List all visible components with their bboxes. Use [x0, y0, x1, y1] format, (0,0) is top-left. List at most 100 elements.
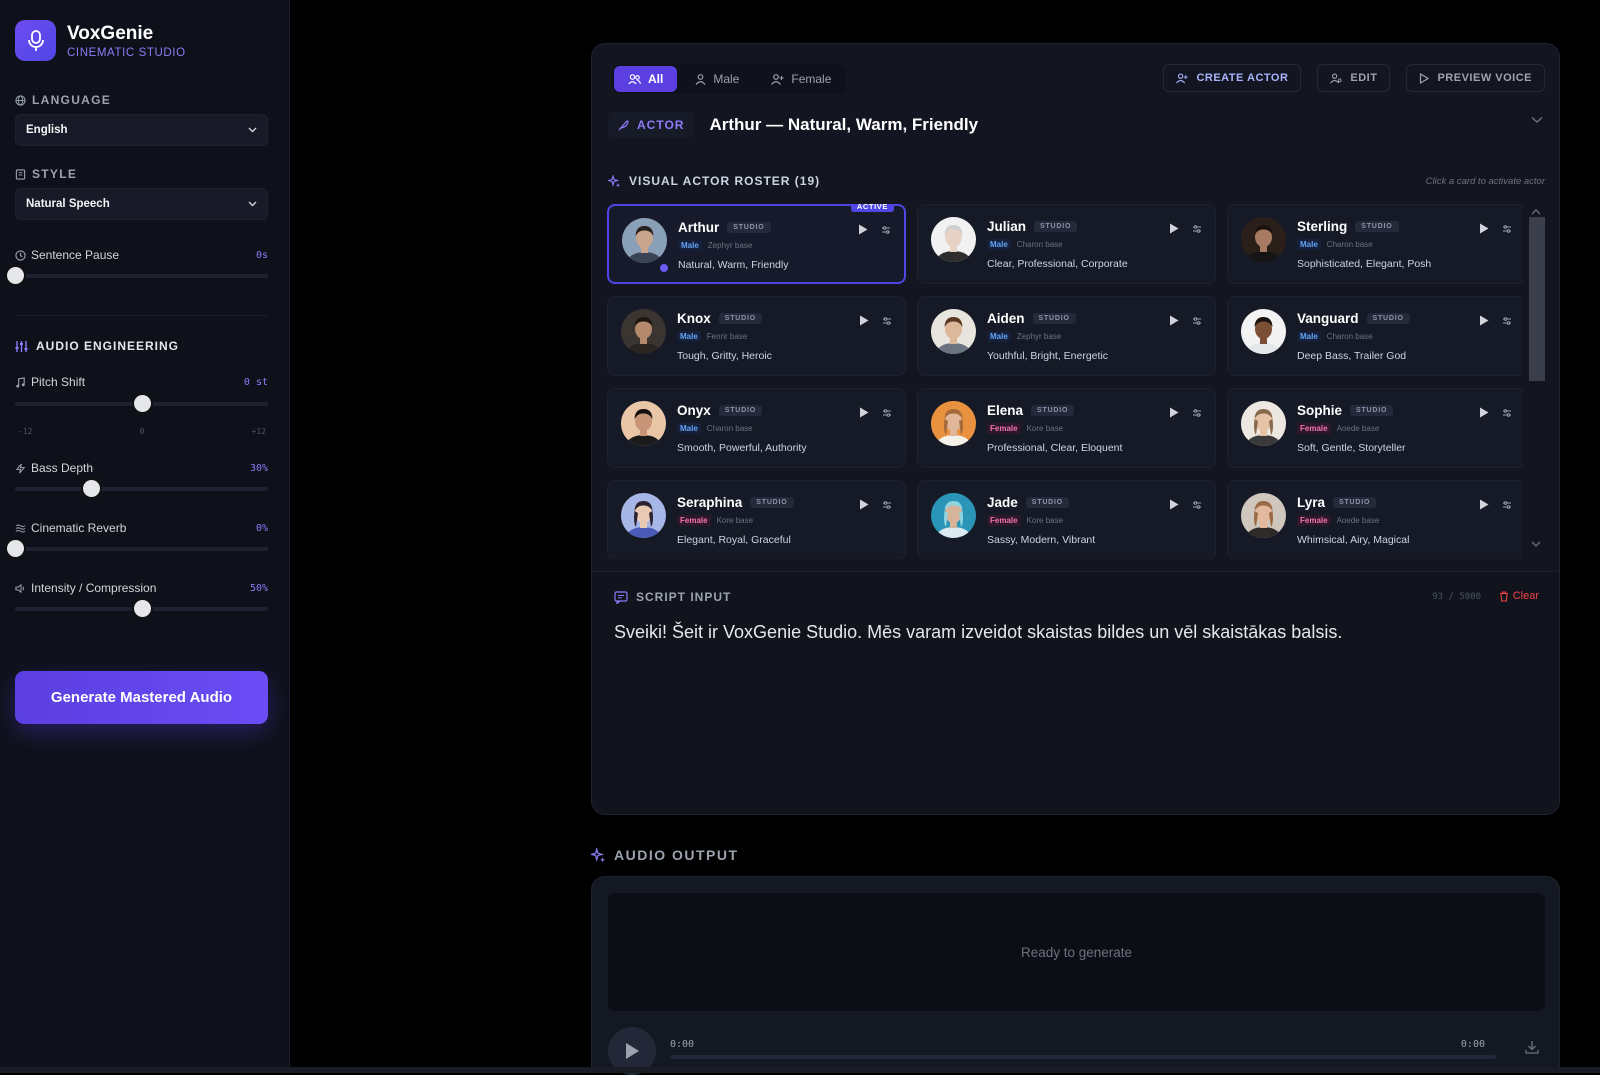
sparkles-icon	[608, 174, 621, 187]
actor-card[interactable]: Julian STUDIO Male Charon base Clear, Profes…	[917, 204, 1216, 284]
waveform-display: Ready to generate	[608, 893, 1545, 1011]
slider-thumb[interactable]	[133, 395, 151, 412]
actor-card[interactable]: Jade STUDIO Female Kore base Sassy, Modern, …	[917, 480, 1216, 559]
style-select[interactable]: Natural Speech	[15, 188, 268, 220]
message-icon	[614, 590, 628, 604]
settings-icon[interactable]	[882, 405, 892, 423]
tab-all[interactable]: All	[614, 66, 678, 92]
play-icon[interactable]	[859, 497, 869, 515]
play-icon[interactable]	[1479, 405, 1489, 423]
script-area: SCRIPT INPUT 93 / 5000 Clear Sveiki! Šei…	[592, 571, 1559, 814]
play-icon[interactable]	[859, 405, 869, 423]
language-select[interactable]: English	[15, 114, 268, 146]
bass-depth-slider[interactable]	[15, 480, 268, 497]
actor-avatar	[931, 401, 976, 446]
play-icon	[1420, 72, 1430, 84]
audio-output-label: AUDIO OUTPUT	[591, 847, 739, 863]
actor-traits: Sophisticated, Elegant, Posh	[1297, 258, 1432, 270]
gender-tabs: All Male Female	[612, 64, 848, 94]
chevron-down-icon[interactable]	[1531, 116, 1543, 124]
voice-base: Kore base	[716, 516, 754, 525]
tab-male[interactable]: Male	[681, 66, 753, 92]
tab-female[interactable]: Female	[757, 66, 845, 92]
settings-icon[interactable]	[1192, 313, 1202, 331]
actor-name: Sophie	[1297, 403, 1343, 418]
voice-base: Charon base	[1326, 332, 1373, 341]
settings-icon[interactable]	[1502, 313, 1512, 331]
play-icon[interactable]	[1479, 221, 1489, 239]
actor-card[interactable]: Sophie STUDIO Female Aoede base Soft, Gentle…	[1227, 388, 1523, 468]
settings-icon[interactable]	[882, 313, 892, 331]
user-plus-icon	[1176, 73, 1188, 83]
generate-button[interactable]: Generate Mastered Audio	[15, 671, 268, 724]
clock-icon	[15, 249, 26, 261]
actor-card[interactable]: Knox STUDIO Male Fenrir base Tough, Gritty, …	[607, 296, 906, 376]
script-textarea[interactable]: Sveiki! Šeit ir VoxGenie Studio. Mēs var…	[614, 622, 1342, 643]
play-icon[interactable]	[1479, 497, 1489, 515]
actor-avatar	[1241, 309, 1286, 354]
create-actor-button[interactable]: CREATE ACTOR	[1163, 64, 1302, 92]
voice-base: Charon base	[1326, 240, 1373, 249]
slider-thumb[interactable]	[133, 600, 151, 617]
settings-icon[interactable]	[1192, 221, 1202, 239]
intensity-slider[interactable]	[15, 600, 268, 617]
actor-card[interactable]: Seraphina STUDIO Female Kore base Elegant, R…	[607, 480, 906, 559]
play-icon[interactable]	[1169, 497, 1179, 515]
sentence-pause-slider[interactable]	[7, 267, 268, 284]
slider-thumb[interactable]	[7, 540, 24, 557]
settings-icon[interactable]	[882, 497, 892, 515]
slider-thumb[interactable]	[7, 267, 24, 284]
settings-icon[interactable]	[881, 222, 891, 240]
clear-button[interactable]: Clear	[1499, 590, 1539, 602]
pitch-shift-slider[interactable]	[15, 395, 268, 412]
settings-icon[interactable]	[1502, 497, 1512, 515]
bass-depth-value: 30%	[249, 462, 268, 474]
audio-progress[interactable]	[670, 1055, 1496, 1059]
settings-icon[interactable]	[1502, 405, 1512, 423]
edit-button[interactable]: EDIT	[1317, 64, 1391, 92]
play-icon[interactable]	[858, 222, 868, 240]
user-icon	[695, 73, 706, 85]
voice-base: Kore base	[1026, 516, 1064, 525]
download-icon[interactable]	[1525, 1040, 1539, 1059]
actor-card[interactable]: Lyra STUDIO Female Aoede base Whimsical, Air…	[1227, 480, 1523, 559]
cinematic-reverb-slider[interactable]	[7, 540, 268, 557]
play-icon[interactable]	[1169, 221, 1179, 239]
studio-badge: STUDIO	[750, 497, 794, 508]
studio-badge: STUDIO	[1032, 313, 1076, 324]
actor-card[interactable]: Sterling STUDIO Male Charon base Sophisticat…	[1227, 204, 1523, 284]
play-icon[interactable]	[1169, 405, 1179, 423]
play-icon[interactable]	[1169, 313, 1179, 331]
actor-panel: All Male Female CREATE ACTOR EDIT PREVIE…	[591, 43, 1560, 815]
intensity-row: Intensity / Compression 50%	[15, 581, 268, 595]
settings-icon[interactable]	[1192, 497, 1202, 515]
actor-name: Arthur	[678, 220, 720, 235]
scroll-down-icon[interactable]	[1531, 534, 1541, 552]
settings-icon[interactable]	[1502, 221, 1512, 239]
language-label: LANGUAGE	[15, 93, 111, 107]
actor-card[interactable]: ACTIVE Arthur STUDIO Male Zephyr base Natural…	[607, 204, 906, 284]
preview-voice-button[interactable]: PREVIEW VOICE	[1406, 64, 1545, 92]
actor-avatar	[1241, 493, 1286, 538]
slider-thumb[interactable]	[82, 480, 100, 497]
selected-actor-title: Arthur — Natural, Warm, Friendly	[709, 115, 979, 134]
roster-scrollbar[interactable]	[1529, 217, 1545, 381]
actor-card[interactable]: Onyx STUDIO Male Charon base Smooth, Powerfu…	[607, 388, 906, 468]
actor-avatar	[621, 401, 666, 446]
play-icon[interactable]	[1479, 313, 1489, 331]
play-icon[interactable]	[859, 313, 869, 331]
actor-traits: Tough, Gritty, Heroic	[677, 350, 772, 362]
output-status: Ready to generate	[1020, 944, 1133, 960]
microphone-icon	[15, 20, 56, 61]
voice-base: Fenrir base	[706, 332, 748, 341]
studio-badge: STUDIO	[1350, 405, 1394, 416]
settings-icon[interactable]	[1192, 405, 1202, 423]
sentence-pause-value: 0s	[255, 249, 268, 261]
studio-badge: STUDIO	[1366, 313, 1410, 324]
actor-traits: Deep Bass, Trailer God	[1297, 350, 1407, 362]
actor-card[interactable]: Vanguard STUDIO Male Charon base Deep Bass, …	[1227, 296, 1523, 376]
actor-name: Lyra	[1297, 495, 1326, 510]
actor-card[interactable]: Aiden STUDIO Male Zephyr base Youthful, Brig…	[917, 296, 1216, 376]
actor-card[interactable]: Elena STUDIO Female Kore base Professional, …	[917, 388, 1216, 468]
actor-avatar	[1241, 401, 1286, 446]
